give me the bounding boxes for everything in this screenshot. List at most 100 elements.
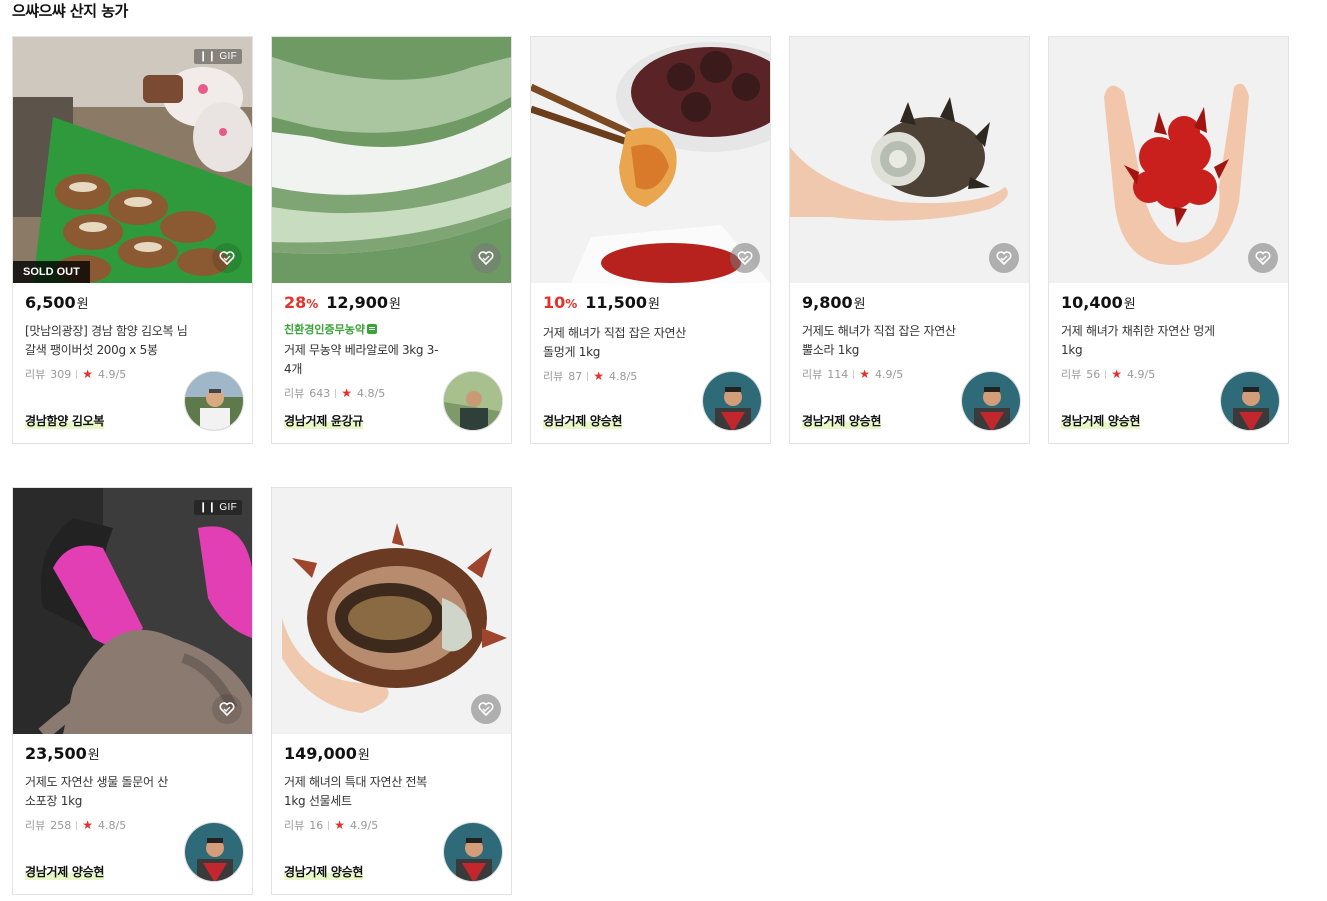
section-title: 으쌰으쌰 산지 농가 <box>12 2 128 20</box>
divider <box>335 388 337 398</box>
currency-unit: 원 <box>357 748 370 763</box>
gif-badge: ❙❙ GIF <box>193 49 242 64</box>
farmer-name[interactable]: 경남거제 양승현 <box>543 412 622 429</box>
product-card[interactable]: 28% 12,900원 친환경인증무농약 거제 무농약 베라알로에 3kg 3-… <box>271 36 512 444</box>
gif-label: GIF <box>219 51 237 62</box>
farmer-avatar[interactable] <box>184 822 244 882</box>
price-value: 23,500 <box>25 744 87 763</box>
product-image[interactable]: ❙❙ GIF <box>13 488 252 734</box>
price-row: 9,800원 <box>802 293 1017 315</box>
product-image[interactable] <box>272 488 511 734</box>
percent-sign: % <box>306 297 319 311</box>
percent-sign: % <box>565 297 578 311</box>
farmer-photo <box>444 823 502 881</box>
product-image[interactable] <box>790 37 1029 283</box>
review-count: 258 <box>50 818 72 832</box>
farmer-photo <box>962 372 1020 430</box>
product-name[interactable]: 거제도 해녀가 직접 잡은 자연산 뿔소라 1kg <box>802 322 967 360</box>
star-icon: ★ <box>82 818 94 832</box>
farmer-avatar[interactable] <box>702 371 762 431</box>
wishlist-button[interactable] <box>989 243 1019 273</box>
review-label: 리뷰 <box>802 368 823 381</box>
product-card[interactable]: ❙❙ GIF 23,500원 거제도 자연산 생물 돌문어 산 소포장 1kg … <box>12 487 253 895</box>
farmer-name[interactable]: 경남거제 양승현 <box>1061 412 1140 429</box>
wishlist-button[interactable] <box>212 243 242 273</box>
review-count: 643 <box>309 386 331 400</box>
wishlist-button[interactable] <box>1248 243 1278 273</box>
farmer-photo <box>1221 372 1279 430</box>
price-row: 10% 11,500원 <box>543 293 758 315</box>
star-icon: ★ <box>593 369 605 383</box>
farmer-name[interactable]: 경남함양 김오복 <box>25 412 104 429</box>
product-card[interactable]: 10% 11,500원 거제 해녀가 직접 잡은 자연산 돌멍게 1kg 리뷰 8… <box>530 36 771 444</box>
price: 10,400원 <box>1061 293 1136 312</box>
review-count: 87 <box>568 369 583 383</box>
farmer-avatar[interactable] <box>961 371 1021 431</box>
review-label: 리뷰 <box>543 370 564 383</box>
rating: 4.8/5 <box>357 386 386 400</box>
product-card[interactable]: 9,800원 거제도 해녀가 직접 잡은 자연산 뿔소라 1kg 리뷰 114 ★… <box>789 36 1030 444</box>
rating: 4.9/5 <box>350 818 379 832</box>
price: 149,000원 <box>284 744 370 763</box>
currency-unit: 원 <box>76 297 89 312</box>
product-card[interactable]: 149,000원 거제 해녀의 특대 자연산 전복 1kg 선물세트 리뷰 16 … <box>271 487 512 895</box>
currency-unit: 원 <box>853 297 866 312</box>
product-name[interactable]: 거제 해녀가 직접 잡은 자연산 돌멍게 1kg <box>543 324 708 362</box>
discount-rate: 28% <box>284 293 318 312</box>
price: 12,900원 <box>326 293 401 312</box>
price: 23,500원 <box>25 744 100 763</box>
farmer-avatar[interactable] <box>443 822 503 882</box>
product-card[interactable]: 10,400원 거제 해녀가 채취한 자연산 멍게 1kg 리뷰 56 ★ 4.9/… <box>1048 36 1289 444</box>
farmer-avatar[interactable] <box>1220 371 1280 431</box>
farmer-avatar[interactable] <box>443 371 503 431</box>
product-image[interactable]: ❙❙ GIF SOLD OUT <box>13 37 252 283</box>
review-label: 리뷰 <box>284 387 305 400</box>
heart-icon <box>219 702 235 716</box>
product-image[interactable] <box>272 37 511 283</box>
product-card[interactable]: ❙❙ GIF SOLD OUT 6,500원 [맛남의광장] 경남 함양 김오복… <box>12 36 253 444</box>
review-label: 리뷰 <box>284 819 305 832</box>
product-name[interactable]: 거제도 자연산 생물 돌문어 산 소포장 1kg <box>25 773 190 811</box>
product-name[interactable]: 거제 무농약 베라알로에 3kg 3-4개 <box>284 341 449 379</box>
heart-icon <box>996 251 1012 265</box>
eco-certification-badge: 친환경인증무농약 <box>284 321 499 337</box>
product-name[interactable]: [맛남의광장] 경남 함양 김오복 님 갈색 팽이버섯 200g x 5봉 <box>25 322 190 360</box>
divider <box>587 371 589 381</box>
price-row: 149,000원 <box>284 744 499 766</box>
product-image[interactable] <box>531 37 770 283</box>
heart-icon <box>219 251 235 265</box>
divider <box>76 820 78 830</box>
heart-icon <box>478 251 494 265</box>
sold-out-badge: SOLD OUT <box>13 261 90 283</box>
review-count: 16 <box>309 818 324 832</box>
product-name[interactable]: 거제 해녀가 채취한 자연산 멍게 1kg <box>1061 322 1226 360</box>
farmer-name[interactable]: 경남거제 윤강규 <box>284 412 363 429</box>
price-value: 10,400 <box>1061 293 1123 312</box>
currency-unit: 원 <box>648 297 661 312</box>
star-icon: ★ <box>82 367 94 381</box>
farmer-avatar[interactable] <box>184 371 244 431</box>
review-count: 309 <box>50 367 72 381</box>
price-value: 12,900 <box>326 293 389 312</box>
review-label: 리뷰 <box>25 368 46 381</box>
product-name[interactable]: 거제 해녀의 특대 자연산 전복 1kg 선물세트 <box>284 773 449 811</box>
star-icon: ★ <box>1111 367 1123 381</box>
gif-label: GIF <box>219 502 237 513</box>
star-icon: ★ <box>334 818 346 832</box>
wishlist-button[interactable] <box>471 243 501 273</box>
divider <box>853 369 855 379</box>
farmer-photo <box>703 372 761 430</box>
farmer-name[interactable]: 경남거제 양승현 <box>802 412 881 429</box>
currency-unit: 원 <box>87 748 100 763</box>
discount-rate: 10% <box>543 293 577 312</box>
price: 6,500원 <box>25 293 89 312</box>
farmer-photo <box>185 372 243 430</box>
wishlist-button[interactable] <box>730 243 760 273</box>
farmer-name[interactable]: 경남거제 양승현 <box>25 863 104 880</box>
product-image[interactable] <box>1049 37 1288 283</box>
wishlist-button[interactable] <box>212 694 242 724</box>
price-value: 9,800 <box>802 293 853 312</box>
rating: 4.8/5 <box>98 818 127 832</box>
wishlist-button[interactable] <box>471 694 501 724</box>
farmer-name[interactable]: 경남거제 양승현 <box>284 863 363 880</box>
